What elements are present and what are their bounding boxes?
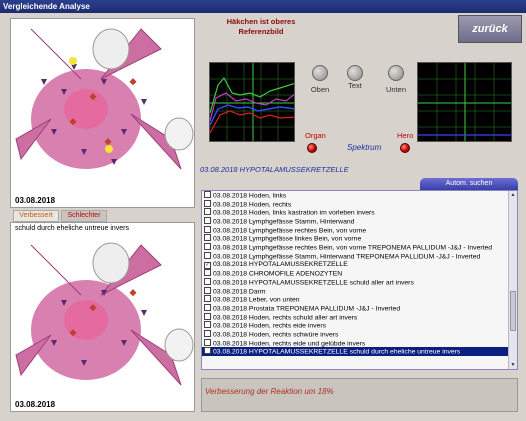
knob-text[interactable] [347,65,363,81]
item-checkbox[interactable] [204,251,211,259]
list-item[interactable]: 03.08.2018 Lymphgefässe rechtes Bein, vo… [202,225,508,235]
list-item-label: 03.08.2018 CHROMOFILE ADENOZYTEN [213,270,343,278]
list-item-label: 03.08.2018 Hoden, rechts [213,201,292,209]
list-item-label: 03.08.2018 HYPOTALAMUSSEKRETZELLE [213,260,348,268]
list-item[interactable]: 03.08.2018 Hoden, rechts [202,199,508,209]
reference-image-panel: 03.08.2018 [10,18,195,208]
compare-image-panel: schuld durch eheliche untreue invers 03.… [10,222,195,412]
list-item-label: 03.08.2018 Prostata TREPONEMA PALLIDUM -… [213,305,401,313]
list-item-label: 03.08.2018 Hoden, rechts schuld aller ar… [213,314,358,322]
list-item[interactable]: 03.08.2018 HYPOTALAMUSSEKRETZELLE schuld… [202,277,508,287]
list-item[interactable]: 03.08.2018 CHROMOFILE ADENOZYTEN [202,269,508,278]
list-item[interactable]: 03.08.2018 Lymphgefässe Stamm, Hinterwan… [202,217,508,226]
selected-item-title: 03.08.2018 HYPOTALAMUSSEKRETZELLE [200,165,349,174]
item-checkbox[interactable] [204,191,211,198]
cell-illustration-top [11,19,194,189]
item-checkbox[interactable] [204,243,211,251]
reference-hint: Häkchen ist oberes Referenzbild [226,17,296,36]
list-item[interactable]: 03.08.2018 Prostata TREPONEMA PALLIDUM -… [202,303,508,313]
item-checkbox[interactable] [204,295,211,303]
improvement-text: Verbesserung der Reaktion um 18% [201,378,518,412]
annotation-text: schuld durch eheliche untreue invers [15,225,130,232]
item-checkbox[interactable] [204,330,211,337]
organ-scope [209,62,295,142]
item-checkbox[interactable] [204,347,211,355]
tab-better[interactable]: Verbessert [13,210,59,222]
list-item[interactable]: 03.08.2018 Leber, von unten [202,295,508,304]
item-checkbox[interactable] [204,321,211,329]
knob-text-label: Text [348,81,362,90]
list-item[interactable]: ✓ 03.08.2018 HYPOTALAMUSSEKRETZELLE [202,261,508,270]
list-item-label: 03.08.2018 Hoden, rechts eide invers [213,322,326,330]
knob-unten[interactable] [388,65,404,81]
list-scrollbar[interactable]: ▲ ▼ [508,191,517,369]
analysis-list: 03.08.2018 Hoden, links 03.08.2018 Hoden,… [202,191,508,369]
back-button[interactable]: zurück [458,15,522,43]
list-item[interactable]: 03.08.2018 Lymphgefässe linkes Bein, von… [202,234,508,243]
organ-label: Organ [305,131,326,140]
item-checkbox[interactable]: ✓ [204,262,211,269]
list-item[interactable]: 03.08.2018 Darm [202,286,508,296]
list-item-label: 03.08.2018 Lymphgefässe rechtes Bein, vo… [213,244,493,252]
hero-scope [417,62,512,142]
list-item-label: 03.08.2018 Lymphgefässe rechtes Bein, vo… [213,227,367,235]
item-checkbox[interactable] [204,312,211,320]
scroll-down-icon[interactable]: ▼ [509,361,517,369]
list-item[interactable]: 03.08.2018 Hoden, links kastration im vo… [202,208,508,217]
item-checkbox[interactable] [204,303,211,311]
list-item[interactable]: 03.08.2018 Hoden, rechts schwüre invers [202,330,508,339]
list-item-label: 03.08.2018 Hoden, links [213,192,287,200]
item-checkbox[interactable] [204,234,211,242]
list-item-label: 03.08.2018 Lymphgefässe Stamm, Hinterwan… [213,253,481,261]
item-checkbox[interactable] [204,277,211,285]
top-image-date: 03.08.2018 [15,196,56,205]
list-item[interactable]: 03.08.2018 Hoden, links [202,191,508,200]
list-item[interactable]: 03.08.2018 Lymphgefässe rechtes Bein, vo… [202,243,508,252]
knob-oben[interactable] [312,65,328,81]
list-item[interactable]: 03.08.2018 Lymphgefässe Stamm, Hinterwan… [202,251,508,261]
list-item[interactable]: 03.08.2018 Hoden, rechts eide und gelübd… [202,338,508,348]
list-item-label: 03.08.2018 HYPOTALAMUSSEKRETZELLE schuld… [213,348,461,356]
scroll-thumb[interactable] [510,291,516,331]
item-checkbox[interactable] [204,199,211,207]
analysis-list-box: 03.08.2018 Hoden, links 03.08.2018 Hoden,… [201,190,518,370]
list-item-label: 03.08.2018 Lymphgefässe linkes Bein, von… [213,235,362,243]
knob-unten-label: Unten [385,85,406,94]
item-checkbox[interactable] [204,225,211,233]
tab-worse[interactable]: Schlechter [61,210,107,222]
scroll-up-icon[interactable]: ▲ [509,191,517,199]
auto-search-button[interactable]: Autom. suchen [420,178,518,190]
list-item[interactable]: 03.08.2018 Hoden, rechts eide invers [202,321,508,330]
list-item-label: 03.08.2018 Darm [213,288,266,296]
item-checkbox[interactable] [204,338,211,346]
list-item-label: 03.08.2018 HYPOTALAMUSSEKRETZELLE schuld… [213,279,414,287]
list-item-label: 03.08.2018 Hoden, rechts eide und gelübd… [213,340,366,348]
list-item-label: 03.08.2018 Hoden, rechts schwüre invers [213,331,339,339]
hero-led [400,143,410,153]
knob-oben-label: Oben [310,85,330,94]
list-item-label: 03.08.2018 Leber, von unten [213,296,300,304]
list-item-label: 03.08.2018 Hoden, links kastration im vo… [213,209,375,217]
hero-label: Hero [397,131,414,140]
item-checkbox[interactable] [204,217,211,225]
item-checkbox[interactable] [204,269,211,277]
bottom-image-date: 03.08.2018 [15,400,56,409]
spectrum-label: Spektrum [347,143,382,152]
item-checkbox[interactable] [204,208,211,216]
window-title: Vergleichende Analyse [0,0,526,13]
cell-illustration-bottom [11,235,194,405]
list-item[interactable]: 03.08.2018 Hoden, rechts schuld aller ar… [202,312,508,322]
item-checkbox[interactable] [204,286,211,294]
list-item-label: 03.08.2018 Lymphgefässe Stamm, Hinterwan… [213,218,355,226]
list-item[interactable]: 03.08.2018 HYPOTALAMUSSEKRETZELLE schuld… [202,347,508,357]
organ-led [307,143,317,153]
